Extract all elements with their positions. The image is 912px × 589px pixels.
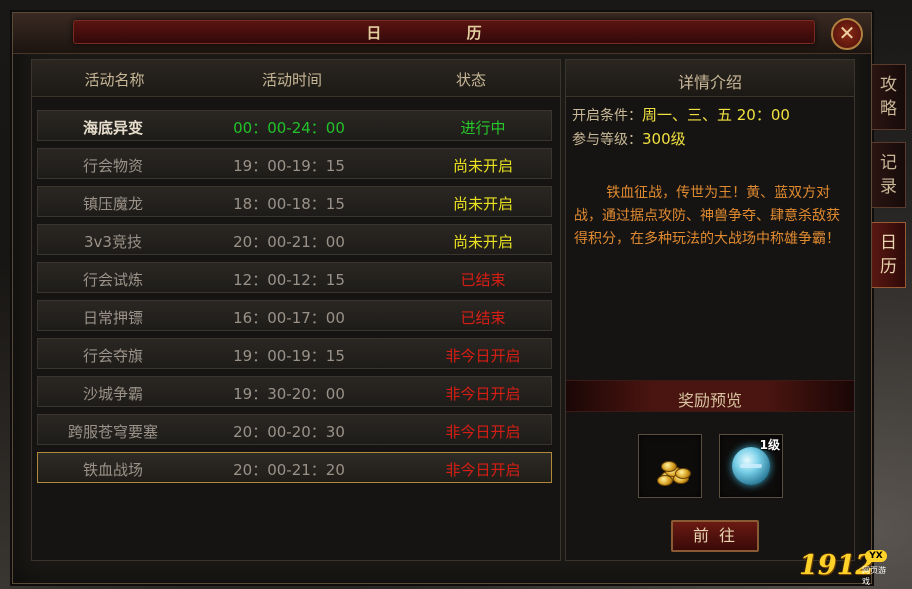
activity-time: 16：00-17：00 (233, 309, 345, 327)
participation-level: 参与等级：300级 (572, 128, 686, 149)
tab-calendar[interactable]: 日历 (872, 222, 906, 288)
open-condition-label: 开启条件： (572, 108, 642, 124)
calendar-window: 日 历 ✕ 活动名称 活动时间 状态 海底异变 00：00-24：00 进行中行会物… (12, 12, 872, 584)
activity-time: 20：00-21：00 (233, 233, 345, 251)
table-row[interactable]: 铁血战场 20：00-21：20 非今日开启 (37, 452, 552, 483)
activity-status: 尚未开启 (452, 195, 513, 213)
activity-status: 进行中 (460, 119, 506, 137)
detail-panel: 详情介绍 开启条件：周一、三、五 20：00 参与等级：300级 铁血征战，传世… (565, 59, 855, 561)
logo-subtitle: 网页游戏 (862, 566, 886, 586)
table-row[interactable]: 行会物资 19：00-19：15 尚未开启 (37, 148, 552, 179)
activity-time: 18：00-18：15 (233, 195, 345, 213)
activity-status: 尚未开启 (452, 157, 513, 175)
level-label: 参与等级： (572, 132, 642, 148)
table-row[interactable]: 行会夺旗 19：00-19：15 非今日开启 (37, 338, 552, 369)
activity-time: 12：00-12：15 (233, 271, 345, 289)
activity-name: 日常押镖 (82, 309, 143, 327)
activity-time: 19：00-19：15 (233, 347, 345, 365)
table-row[interactable]: 海底异变 00：00-24：00 进行中 (37, 110, 552, 141)
tab-strategy[interactable]: 攻略 (872, 64, 906, 130)
table-header: 活动名称 活动时间 状态 (32, 60, 560, 97)
activity-status: 非今日开启 (445, 385, 521, 403)
title-plate: 日 历 (73, 20, 815, 44)
tab-calendar-label: 日历 (880, 233, 897, 277)
reward-item-orb[interactable]: 1级 (719, 434, 783, 498)
activity-name: 海底异变 (82, 119, 143, 137)
open-condition: 开启条件：周一、三、五 20：00 (572, 104, 790, 125)
header-activity-name: 活动名称 (84, 71, 145, 89)
detail-title: 详情介绍 (677, 73, 742, 92)
site-logo: 1912 YX 网页游戏 (799, 548, 889, 586)
tab-records-label: 记录 (880, 153, 897, 197)
activity-status: 尚未开启 (452, 233, 513, 251)
activity-name: 铁血战场 (82, 461, 143, 479)
activity-name: 3v3竞技 (84, 233, 142, 251)
activity-name: 行会物资 (82, 157, 143, 175)
activity-status: 已结束 (460, 309, 506, 327)
item-level-badge: 1级 (759, 438, 780, 452)
activity-time: 19：30-20：00 (233, 385, 345, 403)
table-row[interactable]: 沙城争霸 19：30-20：00 非今日开启 (37, 376, 552, 407)
activity-description: 铁血征战，传世为王！黄、蓝双方对战，通过据点攻防、神兽争夺、肆意杀敌获得积分，在… (574, 185, 840, 247)
logo-badge: YX (865, 550, 887, 562)
activity-name: 跨服苍穹要塞 (67, 423, 158, 441)
activity-table: 活动名称 活动时间 状态 海底异变 00：00-24：00 进行中行会物资 19：00… (31, 59, 561, 561)
activity-name: 行会夺旗 (82, 347, 143, 365)
close-button[interactable]: ✕ (831, 18, 863, 50)
activity-status: 非今日开启 (445, 347, 521, 365)
tab-records[interactable]: 记录 (872, 142, 906, 208)
activity-time: 19：00-19：15 (233, 157, 345, 175)
reward-title: 奖励预览 (677, 391, 742, 410)
detail-header: 详情介绍 (566, 60, 854, 97)
header-status: 状态 (455, 71, 486, 89)
reward-header: 奖励预览 (566, 380, 854, 412)
table-row[interactable]: 日常押镖 16：00-17：00 已结束 (37, 300, 552, 331)
table-row[interactable]: 3v3竞技 20：00-21：00 尚未开启 (37, 224, 552, 255)
table-row[interactable]: 镇压魔龙 18：00-18：15 尚未开启 (37, 186, 552, 217)
window-title: 日 历 (366, 24, 522, 42)
activity-name: 镇压魔龙 (82, 195, 143, 213)
header-activity-time: 活动时间 (261, 71, 322, 89)
tab-strategy-label: 攻略 (880, 75, 897, 119)
table-row[interactable]: 跨服苍穹要塞 20：00-20：30 非今日开启 (37, 414, 552, 445)
activity-name: 行会试炼 (82, 271, 143, 289)
activity-time: 20：00-21：20 (233, 461, 345, 479)
open-condition-value: 周一、三、五 20：00 (642, 106, 790, 124)
activity-status: 非今日开启 (445, 461, 521, 479)
goto-button[interactable]: 前往 (671, 520, 759, 552)
activity-name: 沙城争霸 (82, 385, 143, 403)
activity-status: 非今日开启 (445, 423, 521, 441)
activity-status: 已结束 (460, 271, 506, 289)
table-row[interactable]: 行会试炼 12：00-12：15 已结束 (37, 262, 552, 293)
title-bar: 日 历 ✕ (13, 13, 871, 54)
reward-item-gold[interactable] (638, 434, 702, 498)
activity-time: 00：00-24：00 (233, 119, 345, 137)
activity-time: 20：00-20：30 (233, 423, 345, 441)
level-value: 300级 (642, 130, 686, 148)
